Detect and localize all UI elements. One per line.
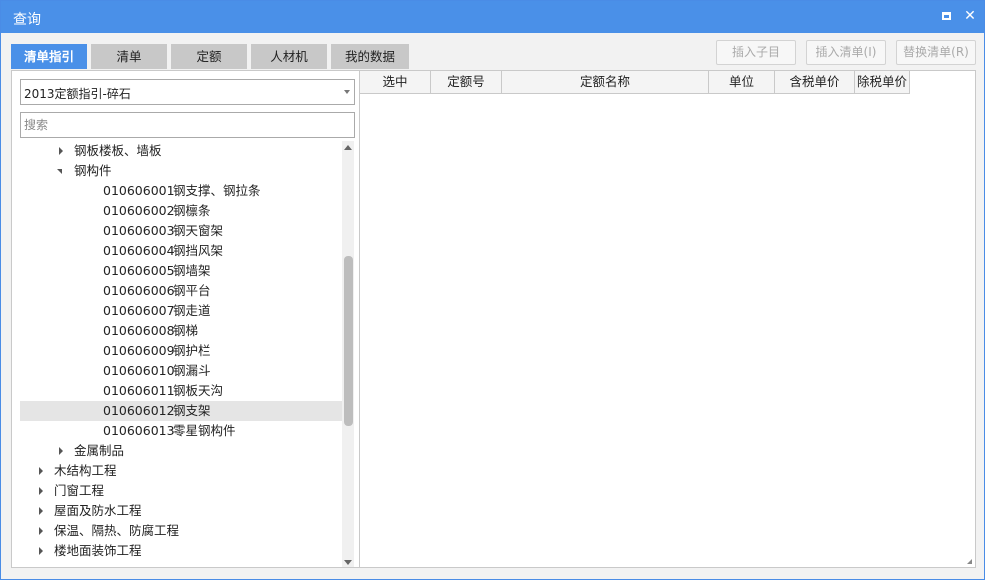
tree-item[interactable]: 金属制品 [20, 441, 342, 461]
tree-item-code: 010606007 [103, 303, 175, 318]
guide-library-value: 2013定额指引-碎石 [24, 87, 131, 101]
guide-tree: 钢板楼板、墙板 钢构件 010606001 钢支撑、钢拉条 010606002 钢檩条 01… [20, 141, 342, 567]
tree-item-label: 钢构件 [74, 163, 112, 178]
tree-item-label: 门窗工程 [54, 483, 105, 498]
query-window: 查询 ✕ 清单指引 清单 定额 人材机 我的数据 插入子目 插入清单(I) 替换… [0, 0, 985, 580]
scroll-up-icon[interactable] [344, 145, 352, 150]
tab-list[interactable]: 清单 [91, 44, 167, 69]
chevron-down-icon [344, 90, 350, 94]
tree-item-label: 钢护栏 [173, 343, 211, 358]
tree-item[interactable]: 010606007 钢走道 [20, 301, 342, 321]
tree-item-label: 钢天窗架 [173, 223, 224, 238]
window-title: 查询 [13, 12, 41, 28]
tree-item[interactable]: 010606013 零星钢构件 [20, 421, 342, 441]
tree-item[interactable]: 钢构件 [20, 161, 342, 181]
tree-item-code: 010606010 [103, 363, 175, 378]
tree-scrollbar[interactable] [342, 141, 354, 567]
tree-item[interactable]: 钢板楼板、墙板 [20, 141, 342, 161]
tree-item-code: 010606003 [103, 223, 175, 238]
tab-quota[interactable]: 定额 [171, 44, 247, 69]
insert-list-button[interactable]: 插入清单(I) [806, 40, 886, 65]
tree-item[interactable]: 木结构工程 [20, 461, 342, 481]
scroll-thumb[interactable] [344, 256, 353, 426]
guide-library-select[interactable]: 2013定额指引-碎石 [20, 79, 355, 105]
tab-list-guide[interactable]: 清单指引 [11, 44, 87, 69]
tree-item[interactable]: 010606005 钢墙架 [20, 261, 342, 281]
tree-item[interactable]: 楼地面装饰工程 [20, 541, 342, 561]
tree-item-label: 钢挡风架 [173, 243, 224, 258]
tree-item-label: 保温、隔热、防腐工程 [54, 523, 180, 538]
column-header-quota-no[interactable]: 定额号 [431, 71, 502, 94]
tree-item-code: 010606001 [103, 183, 175, 198]
replace-list-button[interactable]: 替换清单(R) [896, 40, 976, 65]
tree-item-label: 钢墙架 [173, 263, 211, 278]
tree-item[interactable]: 010606002 钢檩条 [20, 201, 342, 221]
column-header-quota-name[interactable]: 定额名称 [502, 71, 709, 94]
tree-item-label: 楼地面装饰工程 [54, 543, 142, 558]
tree-item-label: 钢支撑、钢拉条 [173, 183, 261, 198]
tree-item-code: 010606012 [103, 403, 175, 418]
column-header-select[interactable]: 选中 [360, 71, 431, 94]
maximize-button[interactable] [937, 7, 955, 25]
tree-item-code: 010606002 [103, 203, 175, 218]
close-button[interactable]: ✕ [961, 7, 979, 25]
tab-my-data[interactable]: 我的数据 [331, 44, 409, 69]
tree-item-label: 钢檩条 [173, 203, 211, 218]
tree-item[interactable]: 保温、隔热、防腐工程 [20, 521, 342, 541]
column-header-price-excl-tax[interactable]: 除税单价 [855, 71, 910, 94]
tree-item-label: 金属制品 [74, 443, 125, 458]
tree-item-label: 零星钢构件 [173, 423, 236, 438]
tree-item[interactable]: 010606004 钢挡风架 [20, 241, 342, 261]
insert-child-button[interactable]: 插入子目 [716, 40, 796, 65]
tree-item-label: 钢板天沟 [173, 383, 224, 398]
tree-item-label: 钢走道 [173, 303, 211, 318]
tree-item[interactable]: 010606008 钢梯 [20, 321, 342, 341]
tree-item-label: 钢平台 [173, 283, 211, 298]
guide-panel: 2013定额指引-碎石 钢板楼板、墙板钢构件010606001钢支撑、钢拉条01… [11, 70, 360, 568]
tree-item[interactable]: 010606001 钢支撑、钢拉条 [20, 181, 342, 201]
tree-item[interactable]: 010606010 钢漏斗 [20, 361, 342, 381]
tree-item-code: 010606013 [103, 423, 175, 438]
tree-item-code: 010606005 [103, 263, 175, 278]
title-bar: 查询 ✕ [1, 1, 984, 33]
tree-item[interactable]: 010606009 钢护栏 [20, 341, 342, 361]
resize-grip-icon[interactable] [967, 559, 972, 564]
tree-item-label: 木结构工程 [54, 463, 117, 478]
tree-item-label: 钢支架 [173, 403, 211, 418]
tree-item-label: 屋面及防水工程 [54, 503, 142, 518]
tree-item-code: 010606009 [103, 343, 175, 358]
result-table: 选中 定额号 定额名称 单位 含税单价 除税单价 [360, 70, 976, 568]
tree-item-code: 010606006 [103, 283, 175, 298]
tree-item[interactable]: 010606012 钢支架 [20, 401, 342, 421]
column-header-unit[interactable]: 单位 [709, 71, 775, 94]
tree-item[interactable]: 门窗工程 [20, 481, 342, 501]
search-input[interactable] [20, 112, 355, 138]
tab-materials[interactable]: 人材机 [251, 44, 327, 69]
tree-item[interactable]: 010606006 钢平台 [20, 281, 342, 301]
close-icon: ✕ [964, 8, 976, 24]
column-header-price-incl-tax[interactable]: 含税单价 [775, 71, 855, 94]
tree-item-label: 钢板楼板、墙板 [74, 143, 162, 158]
maximize-icon [941, 12, 951, 20]
tree-item[interactable]: 屋面及防水工程 [20, 501, 342, 521]
tree-item-code: 010606011 [103, 383, 175, 398]
tree-item-label: 钢漏斗 [173, 363, 211, 378]
tree-item-code: 010606004 [103, 243, 175, 258]
scroll-down-icon[interactable] [344, 560, 352, 565]
tree-item[interactable]: 010606011 钢板天沟 [20, 381, 342, 401]
tree-item-label: 钢梯 [173, 323, 199, 338]
tree-item[interactable]: 010606003 钢天窗架 [20, 221, 342, 241]
tree-item-code: 010606008 [103, 323, 175, 338]
